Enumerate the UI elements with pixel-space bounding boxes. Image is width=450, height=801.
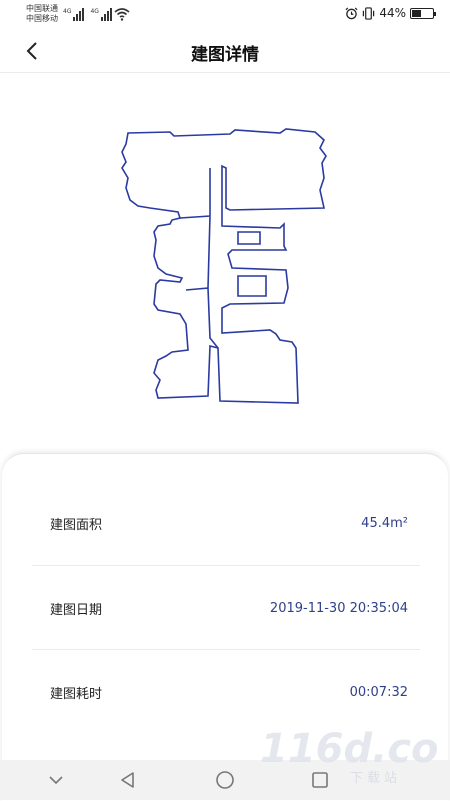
floor-map [121, 128, 327, 404]
carrier-1: 中国联通 [26, 4, 58, 13]
nav-home-button[interactable] [213, 768, 237, 792]
map-room-detail [237, 231, 261, 245]
map-outline [121, 128, 327, 404]
details-card: 建图面积 45.4m² 建图日期 2019-11-30 20:35:04 建图耗… [2, 453, 448, 801]
carrier-2: 中国移动 [26, 14, 58, 23]
nav-collapse-button[interactable] [44, 768, 68, 792]
system-nav-bar [0, 760, 450, 800]
map-area [0, 73, 450, 453]
status-bar: 中国联通 中国移动 4G 4G 44% [0, 0, 450, 30]
detail-label: 建图日期 [50, 602, 103, 618]
signal-icons: 4G 4G [63, 7, 112, 21]
map-partition [179, 168, 219, 349]
recents-square-icon [312, 772, 328, 788]
signal-icon: 4G [90, 8, 112, 21]
alarm-icon [345, 7, 358, 19]
status-right: 44% [345, 6, 436, 20]
detail-value: 00:07:32 [349, 684, 408, 700]
nav-recents-button[interactable] [308, 768, 332, 792]
page-title: 建图详情 [191, 45, 259, 65]
collapse-icon [49, 776, 63, 785]
nav-back-button[interactable] [116, 768, 140, 792]
battery-fill [412, 9, 421, 17]
detail-label: 建图面积 [50, 517, 103, 533]
detail-label: 建图耗时 [50, 686, 103, 702]
battery-percent: 44% [379, 6, 406, 20]
wifi-icon [114, 8, 130, 21]
signal-icon: 4G [63, 8, 85, 21]
back-triangle-icon [121, 772, 134, 788]
header: 建图详情 [0, 30, 450, 73]
detail-value: 45.4m² [361, 515, 408, 531]
detail-row-duration: 建图耗时 00:07:32 [32, 649, 420, 734]
battery-icon [410, 7, 436, 19]
vibrate-icon [363, 6, 375, 20]
network-type-1: 4G [63, 8, 72, 15]
detail-row-area: 建图面积 45.4m² [32, 481, 420, 565]
home-circle-icon [216, 771, 234, 789]
carrier-labels: 中国联通 中国移动 [26, 4, 58, 24]
network-type-2: 4G [90, 8, 99, 15]
detail-value: 2019-11-30 20:35:04 [269, 600, 408, 616]
map-room-detail [237, 275, 267, 297]
detail-row-date: 建图日期 2019-11-30 20:35:04 [32, 565, 420, 650]
